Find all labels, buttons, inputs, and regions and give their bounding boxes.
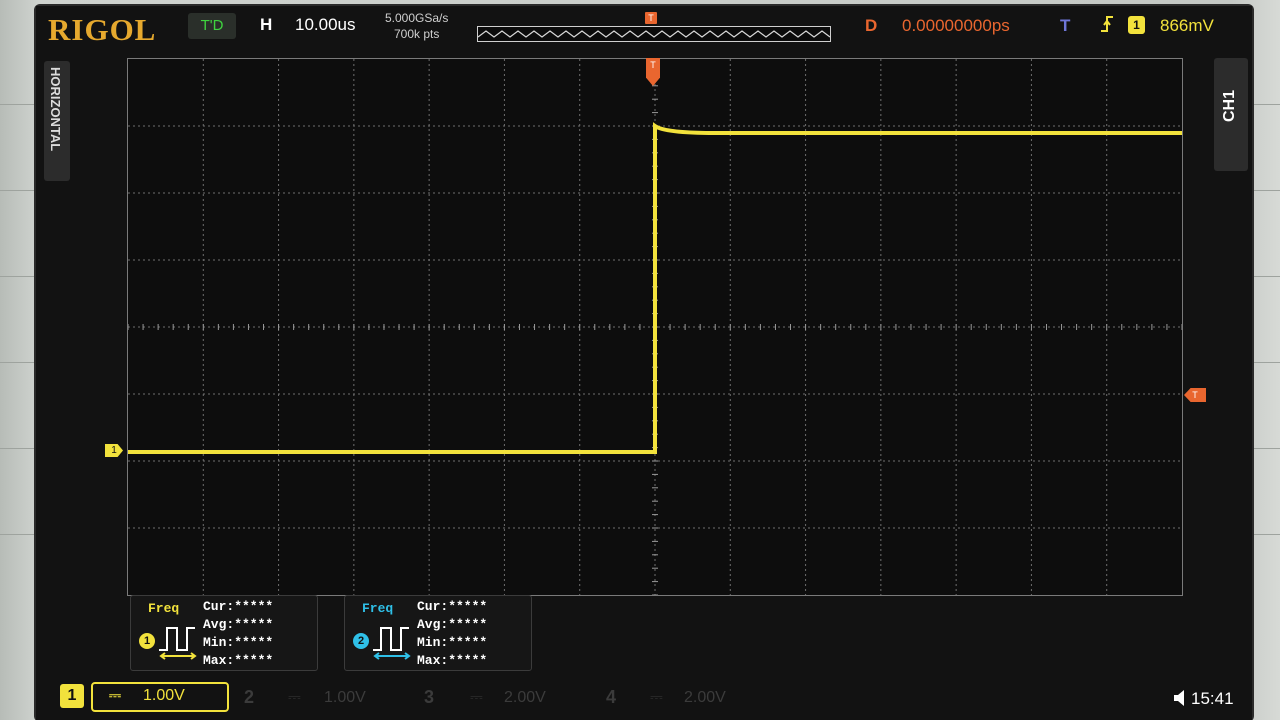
memory-overview-bar (477, 26, 831, 42)
trigger-level-value[interactable]: 866mV (1160, 16, 1214, 36)
memory-depth: 700k pts (394, 27, 440, 41)
channel-2-badge: 2 (353, 633, 369, 649)
ch2-badge[interactable]: 2 (244, 687, 254, 708)
brand-logo: RIGOL (48, 12, 157, 47)
memory-waveform-icon (477, 30, 831, 38)
ch3-badge[interactable]: 3 (424, 687, 434, 708)
measurement-avg: Avg:***** (203, 617, 274, 632)
delay-label: D (865, 16, 878, 35)
dc-coupling-icon: ⎓ (109, 687, 121, 704)
trigger-label: T (1060, 16, 1071, 35)
trigger-source-badge: 1 (1128, 16, 1145, 34)
measurement-title: Freq (362, 601, 394, 616)
dc-coupling-icon: ⎓ (470, 689, 483, 706)
ch4-badge[interactable]: 4 (606, 687, 616, 708)
ch3-scale-value[interactable]: 2.00V (504, 689, 546, 707)
system-clock: 15:41 (1191, 689, 1234, 708)
measurement-title: Freq (148, 601, 180, 616)
measurement-avg: Avg:***** (417, 617, 488, 632)
measurement-max: Max:***** (417, 653, 488, 668)
measurement-panel-ch2[interactable]: Freq Cur:***** Avg:***** Min:***** Max:*… (344, 595, 532, 671)
run-mode-indicator[interactable]: T'D (188, 13, 236, 39)
measurement-max: Max:***** (203, 653, 274, 668)
ch4-scale-value[interactable]: 2.00V (684, 689, 726, 707)
frequency-measure-icon (373, 627, 411, 660)
measurement-panel-ch1[interactable]: Freq Cur:***** Avg:***** Min:***** Max:*… (130, 595, 318, 671)
dc-coupling-icon: ⎓ (650, 689, 663, 706)
status-bar: RIGOL T'D H 10.00us 5.000GSa/s 700k pts … (36, 6, 1252, 48)
dc-coupling-icon: ⎓ (288, 689, 301, 706)
ch1-scale-box[interactable]: ⎓ 1.00V (91, 682, 229, 712)
horizontal-label: H (260, 15, 273, 34)
ch1-menu-tab[interactable]: CH1 (1214, 58, 1248, 171)
frequency-measure-icon (159, 627, 197, 660)
graticule (128, 59, 1182, 595)
waveform-grid[interactable] (127, 58, 1183, 596)
ch1-scale-value: 1.00V (143, 687, 185, 704)
ch2-scale-value[interactable]: 1.00V (324, 689, 366, 707)
ch1-badge[interactable]: 1 (60, 684, 84, 708)
memory-trigger-marker: T (645, 12, 657, 24)
measurement-min: Min:***** (417, 635, 488, 650)
ch1-waveform (128, 122, 1182, 454)
channel-1-badge: 1 (139, 633, 155, 649)
speaker-icon[interactable] (1172, 688, 1190, 708)
measurement-min: Min:***** (203, 635, 274, 650)
oscilloscope-screen: RIGOL T'D H 10.00us 5.000GSa/s 700k pts … (36, 6, 1252, 720)
horizontal-tab-label: HORIZONTAL (48, 67, 63, 152)
sample-rate: 5.000GSa/s (385, 11, 449, 25)
measurement-cur: Cur:***** (417, 599, 488, 614)
rising-edge-icon (1101, 16, 1113, 32)
channel-bar: 1 ⎓ 1.00V 2 ⎓ 1.00V 3 ⎓ 2.00V 4 ⎓ 2.00V … (36, 674, 1252, 720)
measurement-cur: Cur:***** (203, 599, 274, 614)
horizontal-menu-tab[interactable]: HORIZONTAL (44, 61, 70, 181)
ch1-offset-marker[interactable]: 1 (105, 444, 123, 457)
trigger-level-marker[interactable]: T (1184, 388, 1206, 402)
timebase-value[interactable]: 10.00us (295, 15, 356, 35)
ch1-tab-label: CH1 (1221, 90, 1238, 123)
delay-value[interactable]: 0.00000000ps (902, 16, 1010, 36)
